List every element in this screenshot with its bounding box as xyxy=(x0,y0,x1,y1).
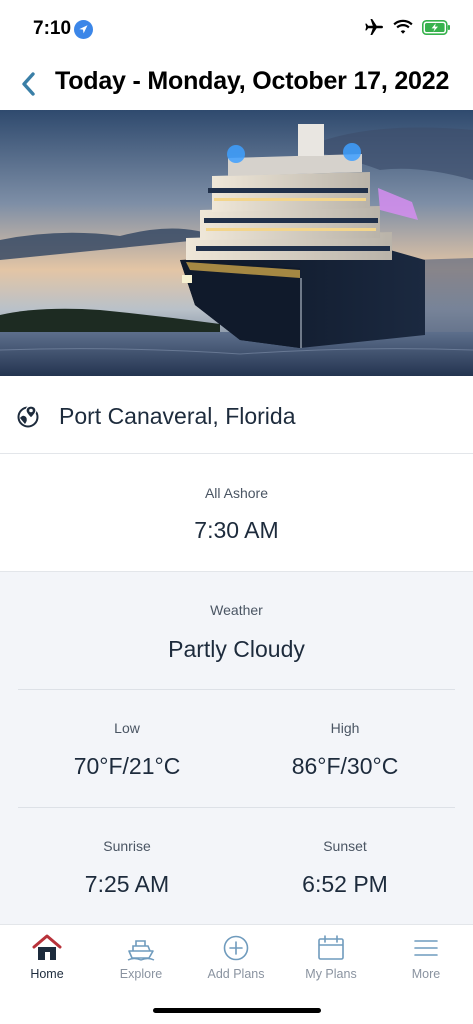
sunset-value: 6:52 PM xyxy=(302,871,388,897)
port-name: Port Canaveral, Florida xyxy=(59,403,296,429)
tab-more-label: More xyxy=(411,967,441,981)
all-ashore-label: All Ashore xyxy=(204,485,269,501)
high-temp-cell: High 86°F/30°C xyxy=(236,690,454,808)
sunset-label: Sunset xyxy=(323,838,367,854)
sun-row: Sunrise 7:25 AM Sunset 6:52 PM xyxy=(0,808,473,926)
status-bar: 7:10 xyxy=(0,0,473,58)
tab-my-plans[interactable]: My Plans xyxy=(284,933,378,989)
low-temp-value: 70°F/21°C xyxy=(73,753,181,779)
tab-explore-label: Explore xyxy=(119,967,163,981)
low-temp-label: Low xyxy=(114,720,140,736)
weather-label: Weather xyxy=(210,602,263,618)
chevron-left-icon xyxy=(22,72,35,96)
port-row: Port Canaveral, Florida xyxy=(0,376,473,454)
airplane-mode-icon xyxy=(364,18,384,41)
home-icon xyxy=(32,934,62,960)
weather-condition: Partly Cloudy xyxy=(168,636,305,662)
all-ashore-time: 7:30 AM xyxy=(194,517,279,543)
calendar-icon xyxy=(318,935,344,960)
tab-more[interactable]: More xyxy=(379,933,473,989)
home-indicator xyxy=(153,1008,321,1013)
sunrise-value: 7:25 AM xyxy=(84,871,170,897)
temperature-row: Low 70°F/21°C High 86°F/30°C xyxy=(0,690,473,808)
hero-image xyxy=(0,110,473,376)
ship-icon xyxy=(127,940,155,961)
all-ashore-section: All Ashore 7:30 AM xyxy=(0,454,473,572)
weather-summary: Weather Partly Cloudy xyxy=(0,572,473,689)
status-icons xyxy=(364,18,451,41)
sunrise-cell: Sunrise 7:25 AM xyxy=(18,808,236,926)
tab-explore[interactable]: Explore xyxy=(94,933,188,989)
low-temp-cell: Low 70°F/21°C xyxy=(18,690,236,808)
tab-home-label: Home xyxy=(30,967,64,981)
tab-add-plans[interactable]: Add Plans xyxy=(189,933,283,989)
page-title: Today - Monday, October 17, 2022 xyxy=(55,67,450,95)
plus-circle-icon xyxy=(223,935,249,961)
back-button[interactable] xyxy=(14,69,42,99)
sunset-cell: Sunset 6:52 PM xyxy=(236,808,454,926)
globe-location-icon xyxy=(17,404,39,433)
status-time: 7:10 xyxy=(33,18,72,39)
weather-section: Weather Partly Cloudy Low 70°F/21°C High… xyxy=(0,572,473,924)
wifi-icon xyxy=(393,19,413,40)
tab-add-plans-label: Add Plans xyxy=(207,967,265,981)
tab-home[interactable]: Home xyxy=(0,933,94,989)
menu-icon xyxy=(414,940,438,956)
battery-charging-icon xyxy=(422,19,451,40)
sunrise-label: Sunrise xyxy=(103,838,151,854)
location-arrow-icon xyxy=(74,20,93,39)
high-temp-value: 86°F/30°C xyxy=(291,753,399,779)
header: Today - Monday, October 17, 2022 xyxy=(0,60,473,108)
high-temp-label: High xyxy=(330,720,360,736)
tab-my-plans-label: My Plans xyxy=(305,967,357,981)
